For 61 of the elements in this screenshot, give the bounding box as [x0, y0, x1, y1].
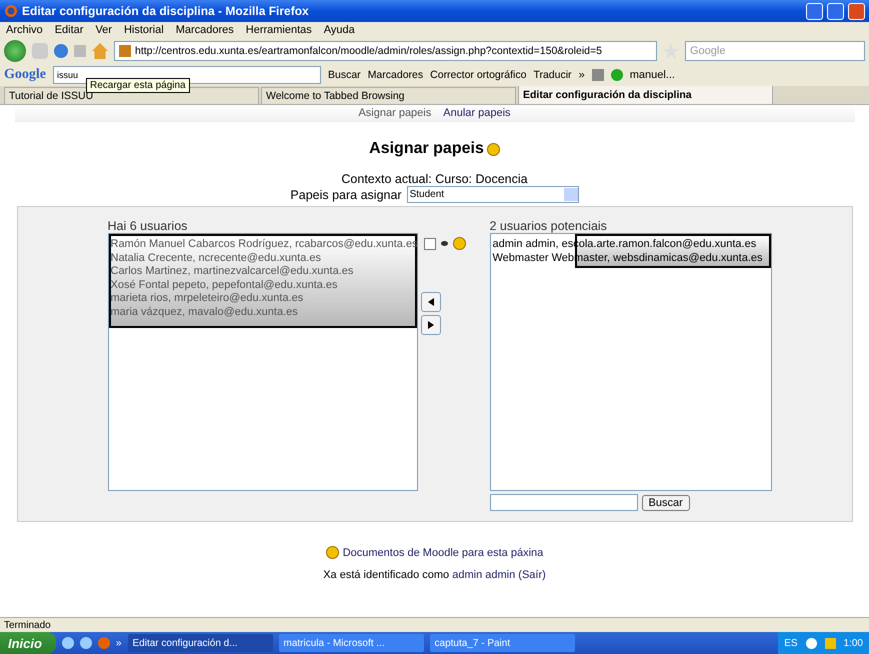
- firefox-icon[interactable]: [98, 637, 110, 649]
- list-item[interactable]: Natalia Crecente, ncrecente@edu.xunta.es: [110, 252, 322, 265]
- list-title: Hai 6 usuarios: [108, 219, 188, 233]
- search-button[interactable]: Buscar: [642, 494, 690, 510]
- close-button[interactable]: [848, 2, 865, 20]
- start-button[interactable]: Inicio: [0, 632, 56, 654]
- google-logo: Google: [4, 67, 46, 83]
- toolbar-button[interactable]: Traducir: [533, 69, 572, 81]
- taskbar-button[interactable]: captuta_7 - Paint: [430, 634, 575, 652]
- list-item[interactable]: marieta rios, mrpeleteiro@edu.xunta.es: [110, 292, 304, 306]
- status-dot-icon[interactable]: [610, 69, 623, 81]
- menu-item[interactable]: Editar: [54, 24, 84, 36]
- user-link[interactable]: admin admin: [452, 569, 516, 581]
- logout-link[interactable]: (Saír): [518, 569, 546, 581]
- page-heading: Asignar papeis: [369, 140, 484, 158]
- right-arrow-icon: [428, 321, 434, 329]
- role-dropdown[interactable]: Student: [406, 186, 579, 203]
- menu-item[interactable]: Marcadores: [176, 24, 234, 36]
- search-field[interactable]: [490, 494, 638, 511]
- toolbar-button[interactable]: Marcadores: [368, 69, 424, 81]
- firefox-icon: [4, 4, 18, 18]
- tooltip: Recargar esta página: [86, 78, 190, 93]
- browser-tab[interactable]: Welcome to Tabbed Browsing: [261, 87, 516, 104]
- left-arrow-icon: [428, 298, 434, 306]
- add-button[interactable]: [420, 292, 440, 312]
- toolbar-button[interactable]: Buscar: [328, 69, 361, 81]
- address-bar[interactable]: http://centros.edu.xunta.es/eartramonfalcon/moodle/admin/roles/assign.php?contextid=150&roleid=5: [114, 41, 657, 61]
- list-item[interactable]: Carlos Martinez, martinezvalcarcel@edu.xunta.es: [110, 265, 354, 278]
- back-button[interactable]: [4, 40, 26, 62]
- browser-tab[interactable]: Editar configuración da disciplina: [518, 85, 773, 104]
- list-item[interactable]: maria vázquez, mavalo@edu.xunta.es: [110, 306, 298, 319]
- list-title: 2 usuarios potenciais: [490, 219, 608, 233]
- page-tab[interactable]: Anular papeis: [443, 107, 511, 119]
- taskbar-button[interactable]: matricula - Microsoft ...: [278, 634, 424, 652]
- context-text: Contexto actual: Curso: Docencia: [341, 172, 528, 186]
- window-title: Editar configuración da disciplina - Mozilla Firefox: [22, 4, 310, 18]
- clock: 1:00: [844, 638, 863, 648]
- menu-item[interactable]: Ayuda: [324, 24, 355, 36]
- toolbar-button[interactable]: Corrector ortográfico: [430, 69, 526, 81]
- login-info: Xa está identificado como admin admin (Saír): [323, 569, 546, 581]
- menu-item[interactable]: Herramientas: [246, 24, 312, 36]
- maximize-button[interactable]: [827, 2, 844, 20]
- home-icon[interactable]: [92, 43, 108, 59]
- existing-users-list[interactable]: [108, 233, 418, 491]
- menu-item[interactable]: Historial: [124, 24, 164, 36]
- user-menu[interactable]: manuel...: [630, 69, 675, 81]
- remove-button[interactable]: [420, 315, 440, 335]
- taskbar-button[interactable]: Editar configuración d...: [128, 634, 273, 652]
- language-indicator[interactable]: ES: [784, 638, 798, 648]
- menu-item[interactable]: Archivo: [6, 24, 43, 36]
- page-tab[interactable]: Asignar papeis: [358, 107, 432, 119]
- chevron-button[interactable]: »: [578, 69, 585, 81]
- eye-icon: [440, 241, 448, 246]
- minimize-button[interactable]: [806, 2, 823, 20]
- docs-link[interactable]: Documentos de Moodle para esta páxina: [342, 546, 544, 558]
- menu-item[interactable]: Ver: [95, 24, 112, 36]
- chevron-button[interactable]: »: [116, 638, 122, 648]
- role-label: Papeis para asignar: [290, 188, 402, 202]
- list-item[interactable]: Xosé Fontal pepeto, pepefontal@edu.xunta.es: [110, 278, 338, 292]
- checkbox[interactable]: [424, 238, 436, 250]
- status-text: Terminado: [0, 617, 869, 632]
